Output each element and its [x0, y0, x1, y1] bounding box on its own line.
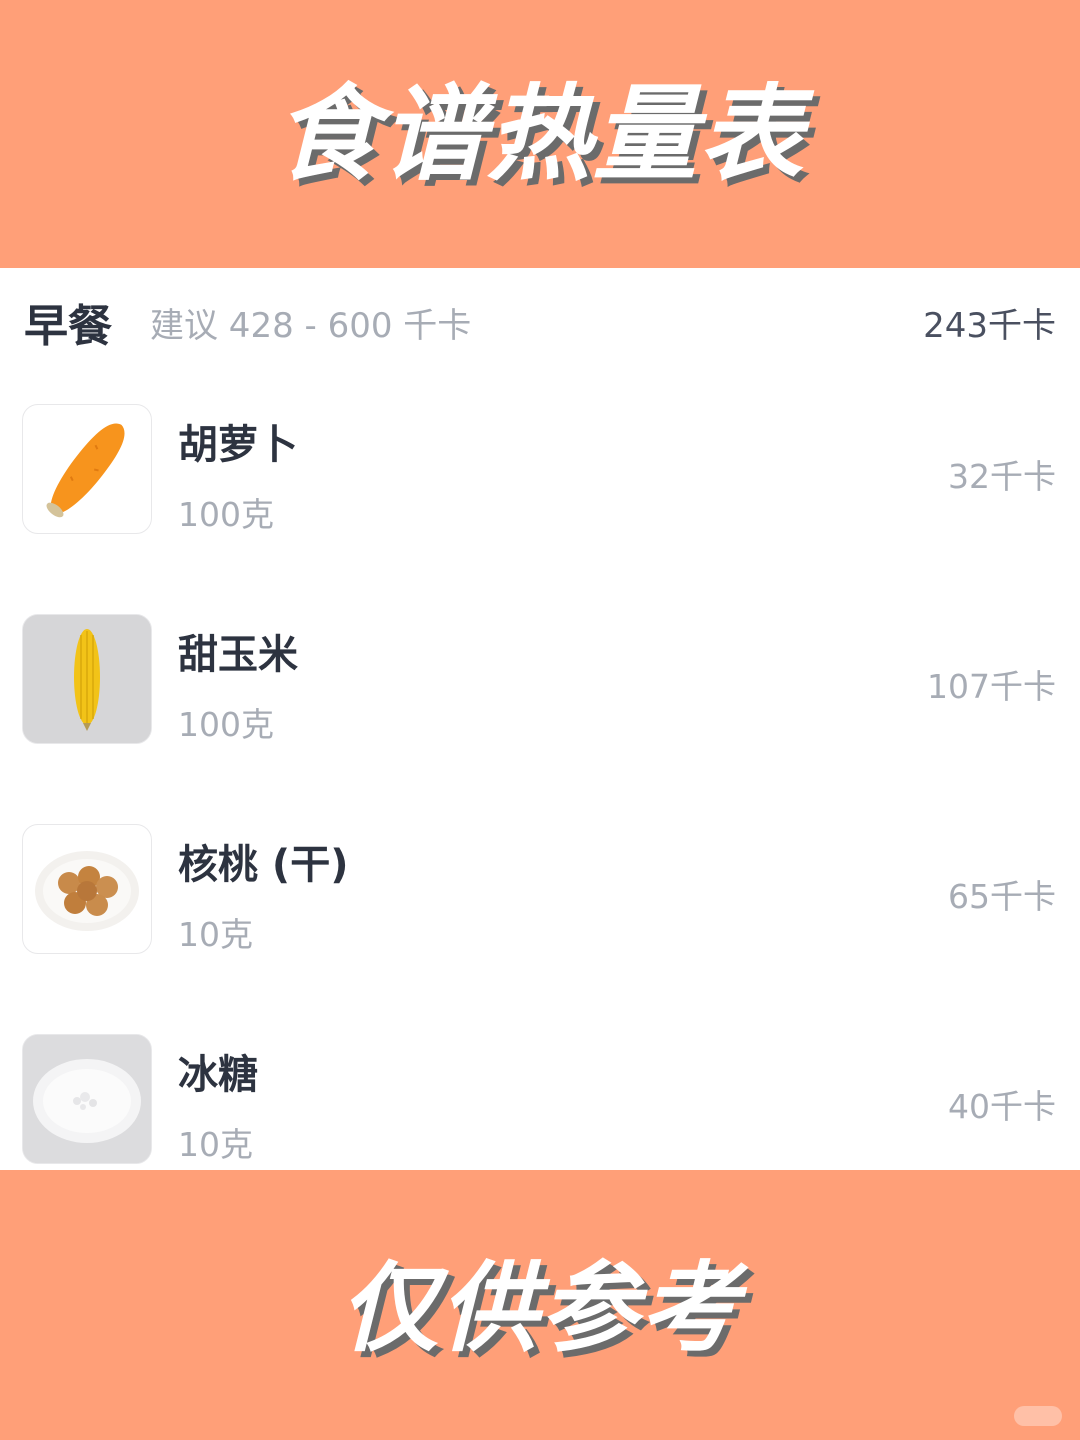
food-amount: 10克 [178, 1125, 253, 1164]
footer-title: 仅供参考 [339, 1252, 740, 1366]
food-amount: 10克 [178, 915, 253, 954]
food-amount: 100克 [178, 705, 274, 744]
food-name: 胡萝卜 [178, 422, 298, 468]
food-name: 核桃 (干) [178, 842, 349, 888]
food-kcal: 40千卡 [948, 1087, 1056, 1126]
meal-name: 早餐 [24, 301, 112, 352]
meal-header[interactable]: 早餐 建议 428 - 600 千卡 243千卡 [0, 268, 1080, 368]
food-item-corn[interactable]: 甜玉米 100克 107千卡 [0, 614, 1080, 744]
food-kcal: 32千卡 [948, 457, 1056, 496]
meal-suggestion: 建议 428 - 600 千卡 [150, 306, 472, 346]
food-kcal: 107千卡 [927, 667, 1056, 706]
watermark [1014, 1406, 1062, 1426]
food-item-rock-sugar[interactable]: 冰糖 10克 40千卡 [0, 1034, 1080, 1164]
food-item-carrot[interactable]: 胡萝卜 100克 32千卡 [0, 404, 1080, 534]
food-amount: 100克 [178, 495, 274, 534]
page-title: 食谱热量表 [274, 72, 805, 195]
food-name: 冰糖 [178, 1052, 258, 1098]
meal-list: 早餐 建议 428 - 600 千卡 243千卡 胡萝卜 100克 32千卡 甜… [0, 268, 1080, 1170]
corn-icon [22, 614, 152, 744]
food-name: 甜玉米 [178, 632, 298, 678]
carrot-icon [22, 404, 152, 534]
rock-sugar-icon [22, 1034, 152, 1164]
bottom-banner: 仅供参考 [0, 1170, 1080, 1440]
food-kcal: 65千卡 [948, 877, 1056, 916]
meal-total-kcal: 243千卡 [923, 306, 1056, 346]
top-banner: 食谱热量表 [0, 0, 1080, 268]
food-item-walnut[interactable]: 核桃 (干) 10克 65千卡 [0, 824, 1080, 954]
walnut-icon [22, 824, 152, 954]
